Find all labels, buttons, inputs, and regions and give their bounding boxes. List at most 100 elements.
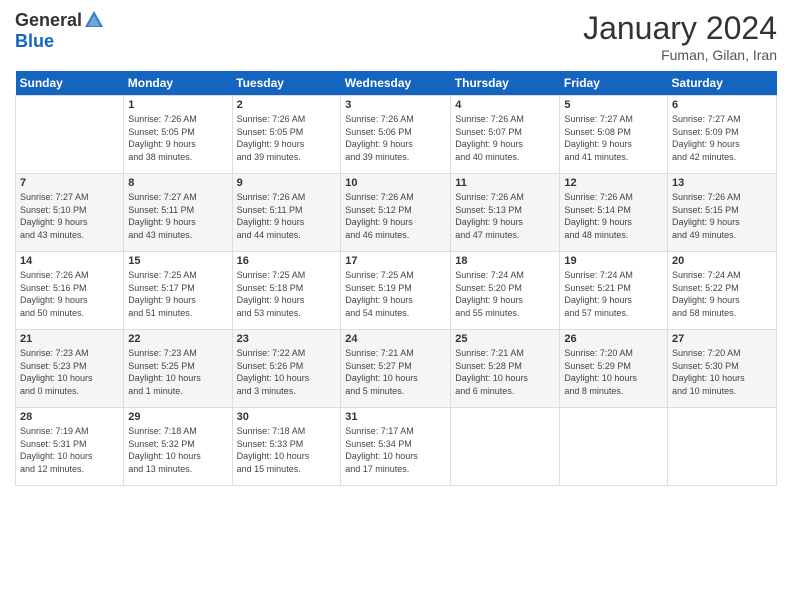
calendar-cell: 25 Sunrise: 7:21 AM Sunset: 5:28 PM Dayli… [451,330,560,408]
calendar-week-2: 7Sunrise: 7:27 AM Sunset: 5:10 PM Daylig… [16,174,777,252]
day-info: Sunrise: 7:27 AM Sunset: 5:09 PM Dayligh… [672,113,772,163]
calendar-cell: 12 Sunrise: 7:26 AM Sunset: 5:14 PM Dayli… [560,174,668,252]
day-number: 23 [237,333,337,345]
day-number: 1 [128,99,227,111]
weekday-header-wednesday: Wednesday [341,71,451,96]
calendar-cell: 14 Sunrise: 7:26 AM Sunset: 5:16 PM Dayli… [16,252,124,330]
day-info: Sunrise: 7:25 AM Sunset: 5:19 PM Dayligh… [345,269,446,319]
calendar-cell: 21Sunrise: 7:23 AM Sunset: 5:23 PM Dayli… [16,330,124,408]
logo-general-text: General [15,10,82,31]
day-number: 12 [564,177,663,189]
day-number: 2 [237,99,337,111]
day-number: 9 [237,177,337,189]
day-info: Sunrise: 7:26 AM Sunset: 5:12 PM Dayligh… [345,191,446,241]
weekday-header-saturday: Saturday [668,71,777,96]
calendar-cell: 10 Sunrise: 7:26 AM Sunset: 5:12 PM Dayli… [341,174,451,252]
location-subtitle: Fuman, Gilan, Iran [583,47,777,63]
day-info: Sunrise: 7:26 AM Sunset: 5:16 PM Dayligh… [20,269,119,319]
day-info: Sunrise: 7:21 AM Sunset: 5:27 PM Dayligh… [345,347,446,397]
calendar-cell: 29 Sunrise: 7:18 AM Sunset: 5:32 PM Dayli… [124,408,232,486]
day-number: 19 [564,255,663,267]
day-info: Sunrise: 7:23 AM Sunset: 5:25 PM Dayligh… [128,347,227,397]
calendar-cell: 31Sunrise: 7:17 AM Sunset: 5:34 PM Dayli… [341,408,451,486]
calendar-cell: 22 Sunrise: 7:23 AM Sunset: 5:25 PM Dayli… [124,330,232,408]
calendar-cell: 16 Sunrise: 7:25 AM Sunset: 5:18 PM Dayli… [232,252,341,330]
calendar-cell: 15 Sunrise: 7:25 AM Sunset: 5:17 PM Dayli… [124,252,232,330]
calendar-cell: 4 Sunrise: 7:26 AM Sunset: 5:07 PM Daylig… [451,96,560,174]
day-number: 25 [455,333,555,345]
calendar-cell: 7Sunrise: 7:27 AM Sunset: 5:10 PM Daylig… [16,174,124,252]
calendar-cell: 9 Sunrise: 7:26 AM Sunset: 5:11 PM Daylig… [232,174,341,252]
day-number: 14 [20,255,119,267]
calendar-cell [560,408,668,486]
logo-blue-text: Blue [15,31,54,51]
calendar-cell: 19 Sunrise: 7:24 AM Sunset: 5:21 PM Dayli… [560,252,668,330]
day-number: 26 [564,333,663,345]
calendar-cell [668,408,777,486]
day-info: Sunrise: 7:20 AM Sunset: 5:30 PM Dayligh… [672,347,772,397]
day-number: 29 [128,411,227,423]
calendar-cell: 8Sunrise: 7:27 AM Sunset: 5:11 PM Daylig… [124,174,232,252]
calendar-cell: 20Sunrise: 7:24 AM Sunset: 5:22 PM Dayli… [668,252,777,330]
day-info: Sunrise: 7:20 AM Sunset: 5:29 PM Dayligh… [564,347,663,397]
day-number: 24 [345,333,446,345]
day-number: 15 [128,255,227,267]
calendar-week-3: 14 Sunrise: 7:26 AM Sunset: 5:16 PM Dayli… [16,252,777,330]
day-number: 16 [237,255,337,267]
day-number: 5 [564,99,663,111]
day-info: Sunrise: 7:27 AM Sunset: 5:10 PM Dayligh… [20,191,119,241]
day-number: 6 [672,99,772,111]
calendar-cell: 27 Sunrise: 7:20 AM Sunset: 5:30 PM Dayli… [668,330,777,408]
day-info: Sunrise: 7:26 AM Sunset: 5:06 PM Dayligh… [345,113,446,163]
day-info: Sunrise: 7:18 AM Sunset: 5:32 PM Dayligh… [128,425,227,475]
day-info: Sunrise: 7:22 AM Sunset: 5:26 PM Dayligh… [237,347,337,397]
day-info: Sunrise: 7:24 AM Sunset: 5:20 PM Dayligh… [455,269,555,319]
logo: General Blue [15,10,105,52]
day-number: 8 [128,177,227,189]
day-info: Sunrise: 7:26 AM Sunset: 5:15 PM Dayligh… [672,191,772,241]
day-info: Sunrise: 7:26 AM Sunset: 5:07 PM Dayligh… [455,113,555,163]
calendar-cell: 23 Sunrise: 7:22 AM Sunset: 5:26 PM Dayli… [232,330,341,408]
day-number: 30 [237,411,337,423]
weekday-header-tuesday: Tuesday [232,71,341,96]
day-info: Sunrise: 7:17 AM Sunset: 5:34 PM Dayligh… [345,425,446,475]
calendar-cell: 26 Sunrise: 7:20 AM Sunset: 5:29 PM Dayli… [560,330,668,408]
calendar-cell: 24 Sunrise: 7:21 AM Sunset: 5:27 PM Dayli… [341,330,451,408]
day-info: Sunrise: 7:26 AM Sunset: 5:05 PM Dayligh… [128,113,227,163]
day-info: Sunrise: 7:25 AM Sunset: 5:17 PM Dayligh… [128,269,227,319]
main-container: General Blue January 2024 Fuman, Gilan, … [0,0,792,496]
day-number: 27 [672,333,772,345]
day-info: Sunrise: 7:24 AM Sunset: 5:21 PM Dayligh… [564,269,663,319]
day-number: 28 [20,411,119,423]
day-number: 4 [455,99,555,111]
calendar-cell [451,408,560,486]
day-info: Sunrise: 7:26 AM Sunset: 5:13 PM Dayligh… [455,191,555,241]
calendar-cell [16,96,124,174]
header-row: SundayMondayTuesdayWednesdayThursdayFrid… [16,71,777,96]
day-info: Sunrise: 7:19 AM Sunset: 5:31 PM Dayligh… [20,425,119,475]
calendar-week-1: 1 Sunrise: 7:26 AM Sunset: 5:05 PM Daylig… [16,96,777,174]
calendar-week-5: 28 Sunrise: 7:19 AM Sunset: 5:31 PM Dayli… [16,408,777,486]
day-info: Sunrise: 7:26 AM Sunset: 5:11 PM Dayligh… [237,191,337,241]
calendar-table: SundayMondayTuesdayWednesdayThursdayFrid… [15,71,777,486]
logo-icon [83,9,105,31]
day-number: 10 [345,177,446,189]
day-info: Sunrise: 7:21 AM Sunset: 5:28 PM Dayligh… [455,347,555,397]
day-info: Sunrise: 7:25 AM Sunset: 5:18 PM Dayligh… [237,269,337,319]
day-info: Sunrise: 7:18 AM Sunset: 5:33 PM Dayligh… [237,425,337,475]
weekday-header-monday: Monday [124,71,232,96]
calendar-cell: 3Sunrise: 7:26 AM Sunset: 5:06 PM Daylig… [341,96,451,174]
weekday-header-friday: Friday [560,71,668,96]
day-info: Sunrise: 7:26 AM Sunset: 5:14 PM Dayligh… [564,191,663,241]
title-block: January 2024 Fuman, Gilan, Iran [583,10,777,63]
calendar-cell: 13 Sunrise: 7:26 AM Sunset: 5:15 PM Dayli… [668,174,777,252]
weekday-header-sunday: Sunday [16,71,124,96]
day-number: 22 [128,333,227,345]
month-title: January 2024 [583,10,777,47]
day-number: 18 [455,255,555,267]
day-number: 13 [672,177,772,189]
day-info: Sunrise: 7:26 AM Sunset: 5:05 PM Dayligh… [237,113,337,163]
calendar-cell: 17Sunrise: 7:25 AM Sunset: 5:19 PM Dayli… [341,252,451,330]
calendar-cell: 2 Sunrise: 7:26 AM Sunset: 5:05 PM Daylig… [232,96,341,174]
calendar-cell: 1 Sunrise: 7:26 AM Sunset: 5:05 PM Daylig… [124,96,232,174]
